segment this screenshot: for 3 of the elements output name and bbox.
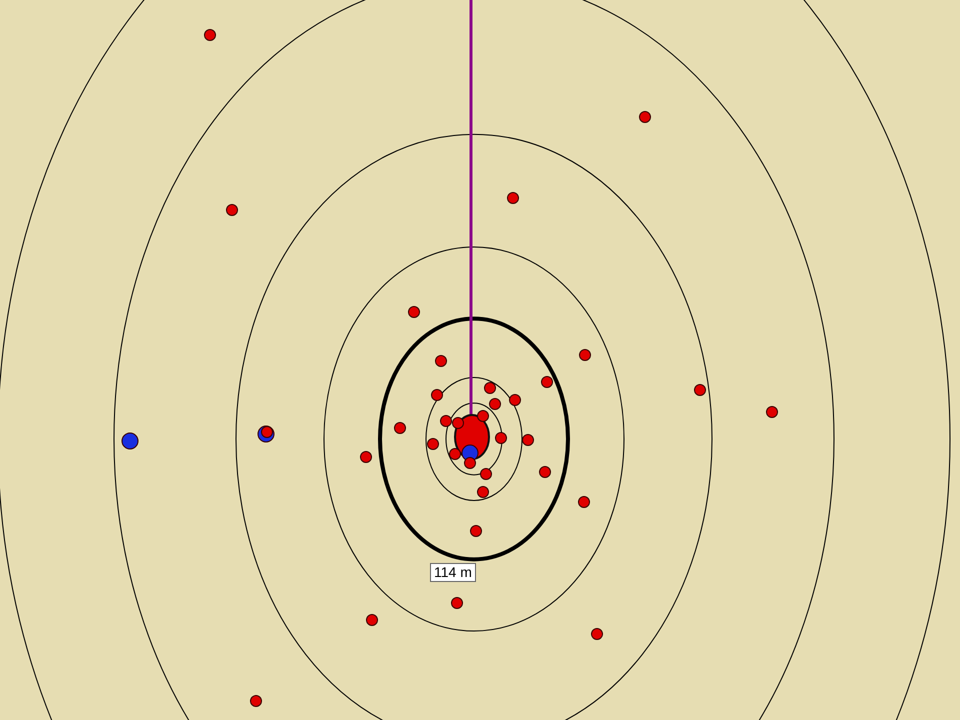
map-marker[interactable] [122, 432, 138, 450]
distance-label: 114 m [430, 563, 476, 582]
map-view[interactable]: 114 m [0, 0, 960, 720]
